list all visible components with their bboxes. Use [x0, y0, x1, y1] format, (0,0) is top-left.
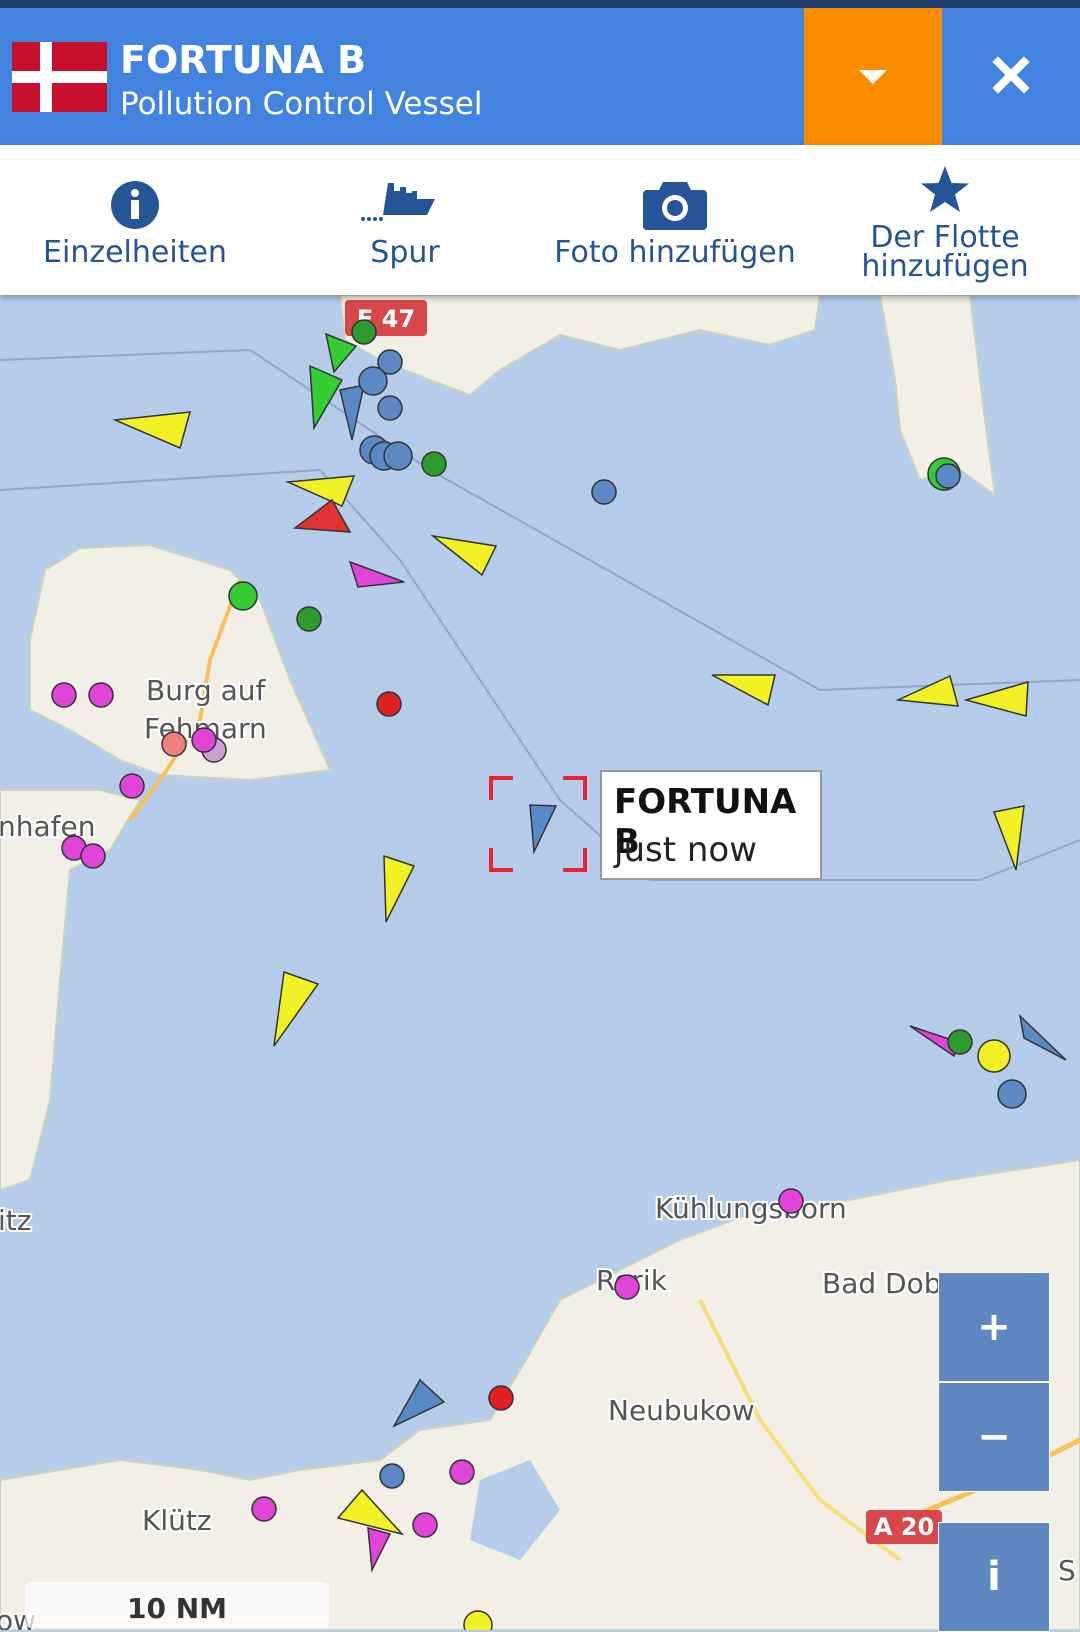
vessel-marker[interactable]: [351, 319, 377, 345]
close-button[interactable]: [942, 8, 1080, 145]
map-view[interactable]: E 47 A 20 Burg auf Fehmarn nhafen itz Kü…: [0, 295, 1080, 1630]
scale-label: 10 NM: [126, 1592, 227, 1625]
track-button[interactable]: Spur: [270, 145, 540, 295]
vessel-marker[interactable]: [614, 1274, 640, 1300]
add-photo-button[interactable]: Foto hinzufügen: [540, 145, 810, 295]
vessel-marker[interactable]: [488, 1385, 514, 1411]
track-label: Spur: [370, 235, 440, 270]
vessel-marker[interactable]: [119, 773, 145, 799]
zoom-in-icon: +: [977, 1304, 1011, 1350]
details-button[interactable]: Einzelheiten: [0, 145, 270, 295]
vessel-marker[interactable]: [935, 463, 961, 489]
close-icon: [992, 56, 1030, 94]
expand-button[interactable]: [804, 8, 942, 145]
place-label: S: [1058, 1554, 1076, 1587]
vessel-marker[interactable]: [51, 682, 77, 708]
place-label: Burg auf: [146, 674, 267, 707]
vessel-name: FORTUNA B: [120, 38, 366, 82]
vessel-marker[interactable]: [977, 1039, 1011, 1073]
add-to-fleet-button[interactable]: Der Flotte hinzufügen: [810, 145, 1080, 295]
vessel-marker[interactable]: [895, 674, 960, 707]
vessel-marker[interactable]: [80, 843, 106, 869]
vessel-marker[interactable]: [997, 1079, 1027, 1109]
vessel-marker[interactable]: [377, 395, 403, 421]
road-shield-a20-text: A 20: [874, 1513, 934, 1541]
action-toolbar: Einzelheiten Spur Foto hinzufügen Der Fl…: [0, 145, 1080, 295]
info-icon: i: [987, 1554, 1001, 1600]
info-button[interactable]: i: [938, 1522, 1050, 1632]
star-icon: [921, 166, 969, 212]
zoom-out-button[interactable]: −: [938, 1382, 1050, 1492]
vessel-marker[interactable]: [383, 854, 416, 923]
vessel-marker[interactable]: [778, 1188, 804, 1214]
place-label: Neubukow: [608, 1394, 755, 1427]
vessel-marker[interactable]: [1018, 1013, 1067, 1061]
ship-track-icon: [361, 183, 435, 221]
map-canvas[interactable]: E 47 A 20 Burg auf Fehmarn nhafen itz Kü…: [0, 295, 1080, 1630]
vessel-marker[interactable]: [285, 475, 356, 508]
vessel-marker[interactable]: [228, 581, 258, 611]
vessel-marker[interactable]: [358, 366, 388, 396]
info-icon: [111, 181, 159, 229]
denmark-flag-icon: [12, 42, 107, 112]
vessel-marker[interactable]: [191, 727, 217, 753]
vessel-marker[interactable]: [383, 441, 413, 471]
vessel-marker[interactable]: [112, 411, 192, 450]
vessel-marker[interactable]: [88, 682, 114, 708]
land-mecklenburg: [0, 1158, 1080, 1630]
vessel-marker[interactable]: [963, 680, 1029, 717]
selected-vessel-time: just now: [614, 830, 758, 870]
place-label: Klütz: [142, 1504, 212, 1537]
vessel-marker[interactable]: [273, 970, 320, 1047]
vessel-marker[interactable]: [992, 805, 1025, 871]
zoom-in-button[interactable]: +: [938, 1272, 1050, 1382]
zoom-out-icon: −: [977, 1414, 1011, 1460]
details-label: Einzelheiten: [43, 235, 227, 270]
chevron-down-icon: [859, 70, 887, 84]
vessel-marker[interactable]: [296, 606, 322, 632]
add-photo-label: Foto hinzufügen: [554, 235, 796, 270]
vessel-marker[interactable]: [161, 731, 187, 757]
place-label: Kühlungsborn: [655, 1192, 847, 1225]
camera-icon: [643, 182, 707, 230]
vessel-marker[interactable]: [421, 451, 447, 477]
selected-vessel-label[interactable]: FORTUNA B just now: [600, 770, 822, 880]
vessel-marker[interactable]: [251, 1496, 277, 1522]
vessel-marker[interactable]: [412, 1512, 438, 1538]
place-label: itz: [0, 1204, 31, 1237]
vessel-marker[interactable]: [947, 1029, 973, 1055]
add-to-fleet-label-2: hinzufügen: [861, 249, 1029, 284]
status-strip: [0, 0, 1080, 8]
vessel-marker[interactable]: [348, 560, 405, 588]
vessel-marker[interactable]: [376, 691, 402, 717]
scale-bar: 10 NM: [25, 1582, 329, 1628]
vessel-marker[interactable]: [430, 534, 498, 577]
vessel-type: Pollution Control Vessel: [120, 86, 483, 122]
vessel-marker[interactable]: [591, 479, 617, 505]
vessel-marker[interactable]: [449, 1459, 475, 1485]
vessel-marker[interactable]: [379, 1463, 405, 1489]
vessel-marker[interactable]: [711, 674, 776, 707]
fortuna-b-marker[interactable]: [529, 804, 558, 855]
vessel-marker[interactable]: [392, 1378, 446, 1428]
vessel-marker[interactable]: [309, 364, 344, 431]
